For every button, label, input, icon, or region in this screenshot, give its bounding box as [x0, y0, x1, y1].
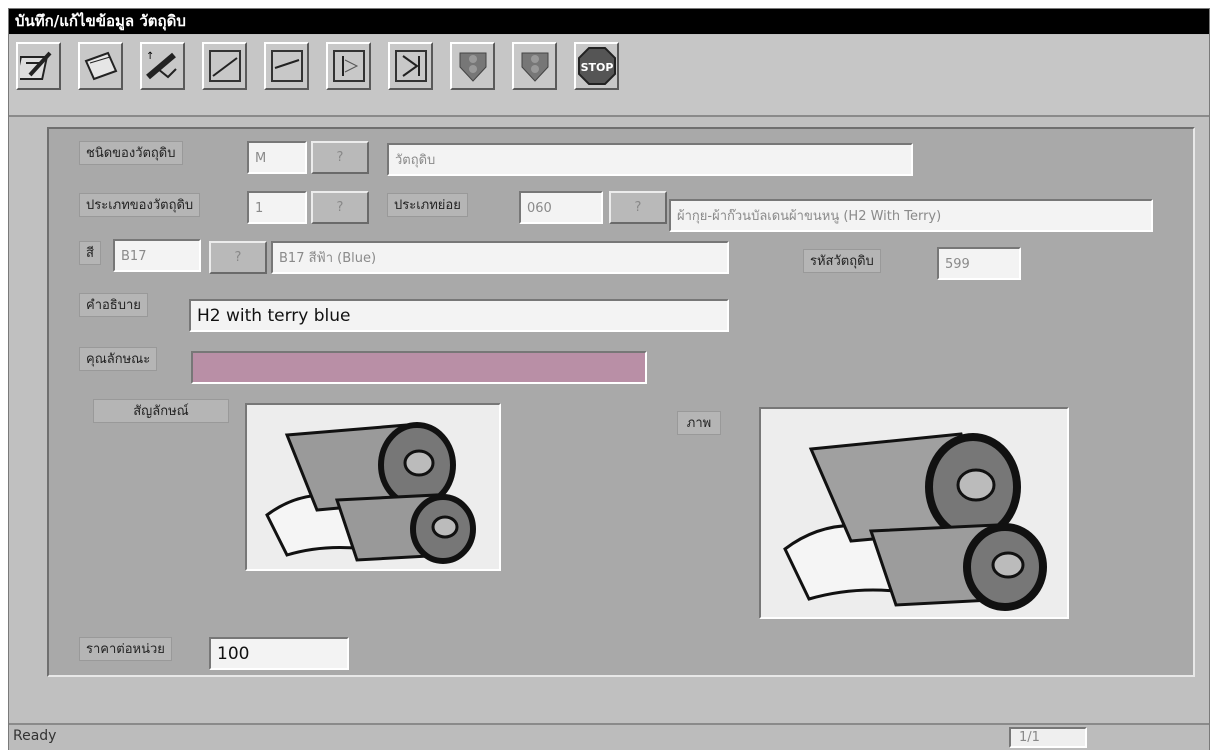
material-code-label: รหัสวัตถุดิบ — [803, 249, 881, 273]
unit-price-label: ราคาต่อหน่วย — [79, 637, 172, 661]
traffic-light-button[interactable] — [512, 42, 557, 90]
fabric-roll-icon — [265, 422, 476, 564]
previous-record-icon — [270, 50, 303, 82]
material-type-name-field[interactable]: วัตถุดิบ — [387, 143, 913, 176]
status-text: Ready — [13, 728, 57, 744]
fabric-roll-icon — [783, 432, 1047, 611]
svg-text:↑: ↑ — [146, 51, 154, 62]
edit-record-icon — [84, 51, 117, 81]
svg-text:STOP: STOP — [580, 61, 613, 74]
subtype-code-field[interactable]: 060 — [519, 191, 603, 224]
description-label: คำอธิบาย — [79, 293, 148, 317]
subtype-name-field[interactable]: ผ้ากุย-ผ้าก๊วนบัลเดนผ้าขนหนู (H2 With Te… — [669, 199, 1153, 232]
add-record-icon — [19, 51, 51, 80]
color-label: สี — [79, 241, 101, 265]
property-label: คุณลักษณะ — [79, 347, 158, 371]
first-record-button[interactable] — [202, 42, 247, 90]
category-code-field[interactable]: 1 — [247, 191, 307, 224]
stop-icon: STOP — [577, 47, 616, 85]
unit-price-field[interactable]: 100 — [209, 637, 349, 670]
color-lookup-button[interactable]: ? — [209, 241, 267, 274]
last-record-button[interactable] — [388, 42, 433, 90]
toolbar: ↑ STOP — [9, 35, 1209, 117]
subtype-label: ประเภทย่อย — [387, 193, 468, 217]
category-lookup-button[interactable]: ? — [311, 191, 369, 224]
material-type-label: ชนิดของวัตถุดิบ — [79, 141, 183, 165]
category-label: ประเภทของวัตถุดิบ — [79, 193, 201, 217]
material-code-field[interactable]: 599 — [937, 247, 1021, 280]
subtype-lookup-button[interactable]: ? — [609, 191, 667, 224]
traffic-light-icon — [459, 52, 486, 82]
record-counter: 1/1 — [1009, 727, 1087, 748]
main-window: บันทึก/แก้ไขข้อมูล วัตถุดิบ ↑ STOP ชนิดข… — [8, 8, 1210, 750]
delete-record-button[interactable]: ↑ — [140, 42, 185, 90]
delete-record-icon: ↑ — [146, 51, 177, 80]
symbol-label: สัญลักษณ์ — [93, 399, 229, 423]
picture-label: ภาพ — [677, 411, 721, 435]
traffic-light-button[interactable] — [450, 42, 495, 90]
description-field[interactable]: H2 with terry blue — [189, 299, 729, 332]
next-record-button[interactable] — [326, 42, 371, 90]
material-type-lookup-button[interactable]: ? — [311, 141, 369, 174]
traffic-light-icon — [521, 52, 548, 82]
property-field[interactable] — [191, 351, 647, 384]
form-panel: ชนิดของวัตถุดิบ M ? วัตถุดิบ ประเภทของวั… — [47, 127, 1195, 677]
stop-button[interactable]: STOP — [574, 42, 619, 90]
status-bar: Ready 1/1 — [9, 723, 1209, 750]
previous-record-button[interactable] — [264, 42, 309, 90]
edit-record-button[interactable] — [78, 42, 123, 90]
first-record-icon — [208, 50, 241, 82]
color-code-field[interactable]: B17 — [113, 239, 201, 272]
color-name-field[interactable]: B17 สีฟ้า (Blue) — [271, 241, 729, 274]
next-record-icon — [332, 50, 365, 82]
symbol-image — [245, 403, 501, 571]
material-picture — [759, 407, 1069, 619]
last-record-icon — [394, 50, 427, 82]
material-type-code-field[interactable]: M — [247, 141, 307, 174]
add-record-button[interactable] — [16, 42, 61, 90]
window-title: บันทึก/แก้ไขข้อมูล วัตถุดิบ — [9, 9, 1209, 34]
